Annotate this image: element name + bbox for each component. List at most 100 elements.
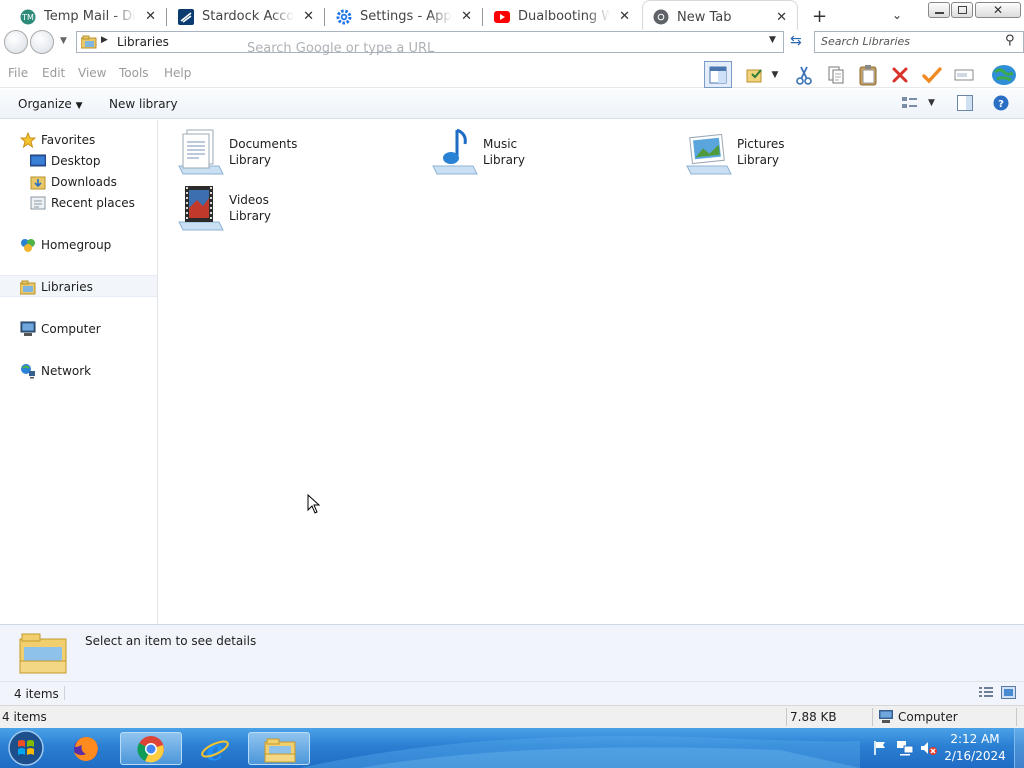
view-dropdown-icon[interactable]: ▼	[928, 98, 935, 108]
menu-view[interactable]: View	[78, 66, 106, 80]
search-box[interactable]: Search Libraries ⚲	[814, 31, 1024, 53]
forward-button[interactable]	[30, 30, 54, 54]
firefox-icon	[71, 735, 101, 763]
stardock-icon	[178, 8, 194, 25]
nav-recent-places[interactable]: Recent places	[30, 193, 135, 213]
taskbar-wallpaper-swoosh	[300, 728, 860, 768]
back-button[interactable]	[4, 30, 28, 54]
library-name: Pictures	[737, 137, 785, 151]
layout-pane-icon[interactable]	[704, 61, 732, 88]
taskbar: e 2:12 AM 2/16/2024	[0, 728, 1024, 768]
cut-icon[interactable]	[790, 61, 818, 88]
recent-pages-chevron-icon[interactable]: ▼	[60, 36, 67, 46]
minimize-icon[interactable]	[928, 2, 950, 18]
close-tab-icon[interactable]: ✕	[619, 9, 630, 24]
nav-computer[interactable]: Computer	[20, 319, 101, 339]
search-icon[interactable]: ⚲	[1005, 33, 1015, 48]
globe-icon[interactable]	[988, 61, 1020, 88]
nav-downloads-label: Downloads	[51, 175, 117, 189]
menu-help[interactable]: Help	[164, 66, 191, 80]
breadcrumb[interactable]: Libraries	[117, 35, 169, 49]
start-button[interactable]	[6, 729, 46, 767]
library-pictures[interactable]: Pictures Library	[683, 126, 785, 176]
copy-icon[interactable]	[822, 61, 850, 88]
browser-tab-stardock[interactable]: Stardock Account ✕	[168, 0, 324, 33]
svg-text:e: e	[206, 735, 224, 763]
close-tab-icon[interactable]: ✕	[776, 10, 787, 25]
preview-pane-icon[interactable]	[957, 95, 973, 111]
browser-tab-youtube[interactable]: Dualbooting Win ✕	[484, 0, 640, 33]
status-divider	[64, 686, 65, 700]
breadcrumb-arrow-icon[interactable]: ▶	[101, 35, 108, 45]
internet-explorer-icon: e	[200, 734, 230, 767]
library-type: Library	[229, 209, 271, 223]
library-videos[interactable]: Videos Library	[175, 182, 271, 232]
close-tab-icon[interactable]: ✕	[145, 9, 156, 24]
checkmark-icon[interactable]	[918, 61, 946, 88]
new-library-button[interactable]: New library	[109, 97, 178, 111]
nav-favorites-label: Favorites	[41, 133, 96, 147]
nav-homegroup[interactable]: Homegroup	[20, 235, 111, 255]
library-name: Music	[483, 137, 518, 151]
organize-button[interactable]: Organize ▼	[18, 97, 83, 111]
volume-muted-icon[interactable]	[920, 740, 938, 756]
menu-edit[interactable]: Edit	[42, 66, 65, 80]
close-window-icon[interactable]: ✕	[975, 2, 1021, 18]
tab-divider	[482, 8, 483, 26]
tab-divider	[166, 8, 167, 26]
command-bar: Organize ▼ New library ▼ ?	[0, 89, 1024, 119]
tab-search-chevron-icon[interactable]: ⌄	[892, 8, 902, 22]
delete-icon[interactable]	[886, 61, 914, 88]
browser-tab-strip: TM Temp Mail - Disp ✕ Stardock Account ✕…	[0, 0, 1024, 33]
browser-tab-settings[interactable]: Settings - Appear ✕	[326, 0, 482, 33]
checkbox-folder-icon[interactable]	[741, 61, 769, 88]
library-documents[interactable]: Documents Library	[175, 126, 297, 176]
dropdown-arrow-icon[interactable]: ▼	[768, 61, 782, 88]
nav-desktop[interactable]: Desktop	[29, 151, 101, 171]
taskbar-firefox[interactable]	[56, 732, 118, 765]
taskbar-chrome[interactable]	[120, 732, 182, 765]
libraries-icon	[19, 279, 36, 295]
show-desktop-button[interactable]	[1014, 728, 1024, 768]
nav-downloads[interactable]: Downloads	[30, 172, 117, 192]
close-tab-icon[interactable]: ✕	[461, 9, 472, 24]
address-bar[interactable]: ▶ Libraries Search Google or type a URL …	[76, 31, 784, 56]
libraries-content: Documents Library Music Library Pictures Li…	[159, 120, 1024, 624]
nav-favorites[interactable]: Favorites	[19, 130, 96, 150]
large-icons-view-icon[interactable]	[1001, 686, 1016, 699]
clock-date[interactable]: 2/16/2024	[944, 749, 1006, 763]
pictures-library-icon	[683, 126, 733, 176]
libraries-folder-icon	[80, 35, 97, 49]
library-music[interactable]: Music Library	[429, 126, 525, 176]
nav-libraries[interactable]: Libraries	[19, 277, 93, 297]
libraries-large-icon	[18, 631, 68, 675]
clock-time[interactable]: 2:12 AM	[950, 732, 1000, 746]
computer-icon	[20, 321, 36, 337]
action-center-flag-icon[interactable]	[872, 740, 888, 756]
menu-file[interactable]: File	[8, 66, 28, 80]
paste-icon[interactable]	[854, 61, 882, 88]
status-divider	[786, 708, 787, 726]
menu-tools[interactable]: Tools	[119, 66, 149, 80]
help-icon[interactable]: ?	[993, 95, 1009, 111]
nav-computer-label: Computer	[41, 322, 101, 336]
refresh-icon[interactable]: ⇆	[790, 33, 802, 49]
browser-tab-newtab[interactable]: New Tab ✕	[642, 0, 798, 33]
close-tab-icon[interactable]: ✕	[303, 9, 314, 24]
address-dropdown-icon[interactable]: ▼	[769, 35, 776, 45]
taskbar-internet-explorer[interactable]: e	[184, 732, 246, 767]
rename-field-icon[interactable]	[950, 61, 978, 88]
new-tab-plus-icon[interactable]: +	[812, 6, 827, 27]
network-tray-icon[interactable]	[896, 740, 914, 756]
search-input[interactable]: Search Libraries	[821, 35, 910, 48]
music-library-icon	[429, 126, 479, 176]
status-count: 4 items	[2, 710, 47, 724]
browser-tab-tempmail[interactable]: TM Temp Mail - Disp ✕	[0, 0, 166, 33]
recent-places-icon	[30, 195, 46, 211]
status-divider	[872, 708, 873, 726]
details-view-icon[interactable]	[979, 687, 993, 699]
taskbar-windows-explorer[interactable]	[248, 732, 310, 765]
view-options-icon[interactable]	[902, 96, 918, 110]
restore-icon[interactable]	[951, 2, 973, 18]
nav-network[interactable]: Network	[20, 361, 91, 381]
